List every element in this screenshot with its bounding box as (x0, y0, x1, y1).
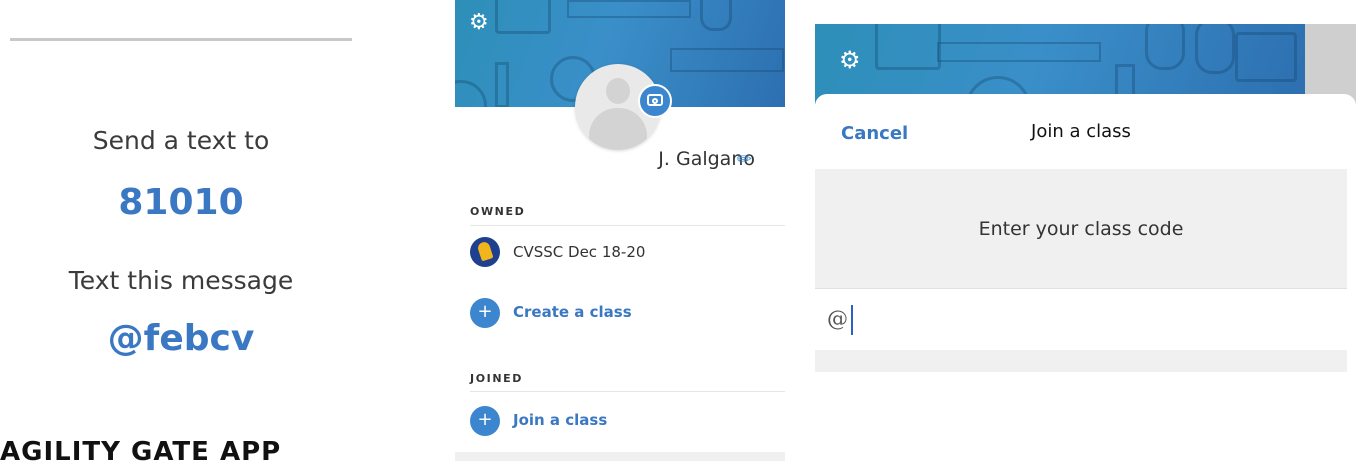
avatar-body-shape (589, 108, 647, 150)
sheet-title: Join a class (1031, 121, 1131, 142)
message-label: Text this message (68, 266, 294, 295)
owned-class-item[interactable]: CVSSC Dec 18-20 (513, 243, 645, 261)
avatar-head-shape (606, 78, 630, 104)
section-heading: AGILITY GATE APP (0, 437, 282, 467)
class-avatar-icon[interactable] (470, 237, 500, 267)
class-code-row (815, 288, 1347, 351)
edit-pencil-icon[interactable]: ✏ (737, 149, 752, 170)
camera-icon (647, 94, 663, 106)
class-code-input[interactable] (827, 305, 1327, 333)
banner-edge (1305, 24, 1356, 104)
banner-doodle (455, 80, 487, 107)
section-divider (470, 225, 785, 226)
profile-name: J. Galgano (658, 148, 755, 170)
banner-doodle (937, 42, 1101, 62)
banner-doodle (495, 62, 509, 107)
change-photo-button[interactable] (638, 84, 672, 118)
class-code-prompt: Enter your class code (978, 218, 1184, 240)
footer-strip (455, 452, 785, 461)
banner-doodle (1145, 24, 1185, 70)
banner-doodle (567, 0, 691, 18)
joined-section-label: JOINED (470, 372, 523, 385)
profile-panel: ⚙ J. Galgano ✏ OWNED CVSSC Dec 18-20 + C… (455, 0, 785, 461)
send-text-label: Send a text to (92, 126, 270, 155)
settings-gear-icon[interactable]: ⚙ (839, 46, 861, 74)
sheet-bottom-strip (815, 350, 1347, 372)
join-class-sheet: Cancel Join a class Enter your class cod… (815, 94, 1356, 461)
text-caret (851, 305, 853, 335)
create-class-plus-icon[interactable]: + (470, 298, 500, 328)
banner-doodle (875, 24, 941, 70)
banner-doodle (1195, 24, 1235, 74)
settings-gear-icon[interactable]: ⚙ (469, 12, 491, 34)
banner-doodle (1235, 32, 1297, 82)
sms-keyword: @febcv (107, 318, 255, 359)
owned-section-label: OWNED (470, 205, 526, 218)
section-divider (470, 391, 785, 392)
top-divider (10, 38, 352, 41)
create-class-button[interactable]: Create a class (513, 303, 632, 321)
join-class-panel: ⚙ Cancel Join a class Enter your class c… (815, 24, 1356, 461)
code-prompt-area: Enter your class code (815, 169, 1347, 288)
banner-doodle (670, 48, 784, 72)
join-class-plus-icon[interactable]: + (470, 406, 500, 436)
sms-number: 81010 (118, 182, 244, 223)
banner-doodle (700, 0, 732, 31)
join-banner (815, 24, 1305, 104)
banner-doodle (495, 0, 551, 34)
join-class-button[interactable]: Join a class (513, 411, 607, 429)
